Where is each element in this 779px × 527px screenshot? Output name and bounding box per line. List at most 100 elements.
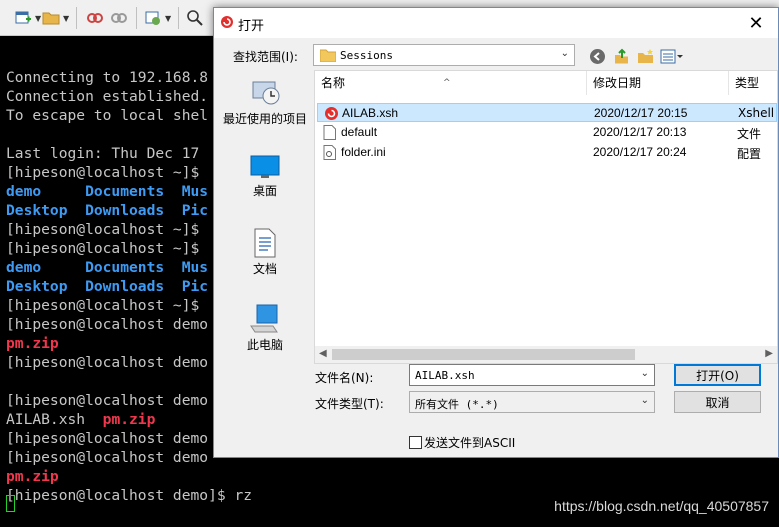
terminal-text: Documents	[85, 183, 182, 200]
terminal-line: [hipeson@localhost demo	[6, 429, 208, 448]
file-type: Xshell	[738, 106, 775, 120]
terminal-line: Connection established.	[6, 87, 208, 106]
terminal-line: Connecting to 192.168.8	[6, 68, 208, 87]
column-header-type[interactable]: 类型	[729, 71, 777, 95]
column-header-modified[interactable]: 修改日期	[587, 71, 729, 95]
column-label: 修改日期	[593, 76, 642, 90]
filetype-dropdown[interactable]: 所有文件 (*.*) ⌄	[409, 391, 655, 413]
place-recent[interactable]: 最近使用的项目	[216, 76, 314, 127]
view-menu-button[interactable]	[660, 47, 684, 65]
terminal-line: Last login: Thu Dec 17	[6, 144, 199, 163]
file-type: 配置	[737, 147, 762, 161]
terminal-line: [hipeson@localhost demo	[6, 448, 208, 467]
file-name: default	[341, 125, 378, 139]
terminal-text: [hipeson@localhost demo	[6, 392, 209, 409]
properties-button[interactable]: ▼	[144, 6, 171, 30]
close-button[interactable]: ✕	[734, 8, 778, 38]
terminal-line: [hipeson@localhost demo]$ rz	[6, 486, 252, 505]
documents-icon	[254, 228, 276, 258]
lookin-label: 查找范围(I):	[233, 50, 298, 64]
terminal-text: [hipeson@localhost ~]$	[6, 164, 200, 181]
terminal-text: Connecting to 192.168.8	[6, 69, 209, 86]
terminal-text: Downloads	[85, 202, 182, 219]
this-pc-icon	[250, 304, 278, 333]
new-folder-button[interactable]	[636, 47, 654, 65]
checkbox-box[interactable]	[409, 436, 422, 449]
new-session-button[interactable]: ▼	[14, 6, 41, 30]
find-button[interactable]	[186, 6, 204, 30]
open-button[interactable]: 打开(O)	[674, 364, 761, 386]
terminal-cursor	[6, 495, 15, 512]
terminal-text: demo	[6, 183, 86, 200]
scroll-right-icon[interactable]: ▶	[765, 348, 773, 359]
open-dialog: 打开 ✕ 查找范围(I): Sessions ⌄ 最近使用的项目 桌面 文档 此…	[213, 7, 779, 458]
filename-input[interactable]: AILAB.xsh ⌄	[409, 364, 655, 386]
back-button[interactable]	[588, 47, 606, 65]
terminal-line: [hipeson@localhost ~]$	[6, 163, 199, 182]
dialog-title: 打开	[238, 19, 265, 34]
terminal-text: pm.zip	[6, 468, 59, 485]
file-row[interactable]: default 2020/12/17 20:13 文件	[317, 123, 777, 142]
filename-label: 文件名(N):	[315, 371, 374, 385]
terminal-text: pm.zip	[6, 335, 59, 352]
ascii-label: 发送文件到ASCII	[424, 436, 516, 450]
column-label: 名称	[321, 76, 346, 90]
place-documents[interactable]: 文档	[216, 228, 314, 277]
chevron-down-icon: ▼	[35, 13, 42, 23]
dialog-titlebar[interactable]: 打开 ✕	[214, 8, 778, 38]
terminal-text: Mus	[181, 183, 209, 200]
column-label: 类型	[735, 76, 760, 90]
terminal-text: [hipeson@localhost demo	[6, 354, 209, 371]
xshell-icon	[221, 16, 233, 28]
lookin-dropdown[interactable]: Sessions ⌄	[313, 44, 575, 66]
folder-icon	[320, 49, 336, 62]
terminal-text: Downloads	[85, 278, 182, 295]
terminal-line: Desktop Downloads Pic	[6, 201, 208, 220]
open-button[interactable]: ▼	[42, 6, 69, 30]
terminal-text: [hipeson@localhost demo	[6, 430, 209, 447]
terminal-text: [hipeson@localhost ~]$	[6, 240, 200, 257]
terminal-line: demo Documents Mus	[6, 182, 208, 201]
up-folder-button[interactable]	[612, 47, 630, 65]
reconnect-icon	[111, 13, 127, 23]
reconnect-button[interactable]	[110, 6, 128, 30]
properties-icon	[145, 11, 160, 25]
terminal-text: demo	[6, 259, 86, 276]
terminal-text: Connection established.	[6, 88, 209, 105]
column-header-name[interactable]: 名称 ^	[315, 71, 587, 95]
lookin-value: Sessions	[340, 49, 393, 62]
ascii-checkbox[interactable]: 发送文件到ASCII	[409, 434, 515, 451]
filetype-label: 文件类型(T):	[315, 397, 384, 411]
terminal-text: [hipeson@localhost ~]$	[6, 221, 200, 238]
terminal-text: [hipeson@localhost ~]$	[6, 297, 200, 314]
scrollbar-thumb[interactable]	[332, 349, 635, 360]
terminal-text: Pic	[181, 202, 209, 219]
terminal-line: [hipeson@localhost demo	[6, 353, 208, 372]
chevron-down-icon[interactable]: ⌄	[641, 368, 649, 379]
terminal-line: pm.zip	[6, 334, 59, 353]
file-row[interactable]: folder.ini 2020/12/17 20:24 配置	[317, 143, 777, 162]
dialog-nav-toolbar	[588, 46, 684, 66]
file-list[interactable]: 名称 ^ 修改日期 类型 AILAB.xsh 2020/12/17 20:15 …	[314, 70, 778, 364]
disconnect-button[interactable]	[86, 6, 104, 30]
place-label: 最近使用的项目	[222, 112, 307, 126]
terminal-line: [hipeson@localhost ~]$	[6, 220, 199, 239]
filetype-value: 所有文件 (*.*)	[415, 398, 499, 411]
terminal-text: Mus	[181, 259, 209, 276]
horizontal-scrollbar[interactable]: ◀ ▶	[315, 346, 777, 363]
find-icon	[187, 10, 203, 26]
desktop-icon	[250, 155, 280, 178]
cancel-button[interactable]: 取消	[674, 391, 761, 413]
place-desktop[interactable]: 桌面	[216, 154, 314, 199]
terminal-line: [hipeson@localhost ~]$	[6, 239, 199, 258]
watermark: https://blog.csdn.net/qq_40507857	[554, 498, 769, 514]
scroll-left-icon[interactable]: ◀	[319, 348, 327, 359]
file-row[interactable]: AILAB.xsh 2020/12/17 20:15 Xshell	[317, 103, 777, 122]
place-label: 桌面	[252, 184, 277, 198]
place-this-pc[interactable]: 此电脑	[216, 304, 314, 353]
terminal-text: Documents	[85, 259, 182, 276]
place-label: 此电脑	[246, 338, 283, 352]
disconnect-icon	[87, 13, 103, 23]
terminal-line: [hipeson@localhost demo	[6, 391, 208, 410]
xshell-session-icon	[325, 107, 338, 120]
